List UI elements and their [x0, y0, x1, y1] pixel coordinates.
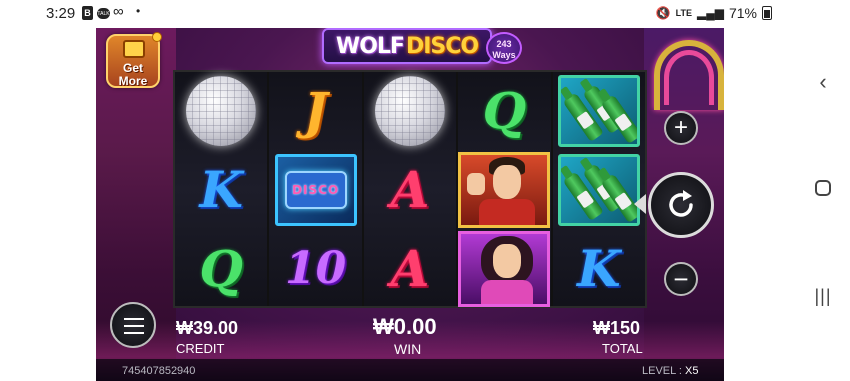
reel-3: A A [363, 72, 457, 308]
game-screen: WOLF DISCO 243 Ways Get More K Q J DISCO… [96, 28, 724, 381]
logo-wolf-text: WOLF [335, 33, 405, 59]
round-id: 745407852940 [122, 365, 196, 377]
logo-disco-text: DISCO [405, 33, 479, 59]
hand-shape [467, 173, 486, 195]
symbol-disco-ball [364, 72, 456, 150]
credit-amount: ₩39.00 [176, 318, 239, 338]
symbol-letter: Q [482, 81, 527, 140]
home-button[interactable] [811, 176, 835, 200]
battery-icon [762, 6, 772, 20]
symbol-letter: A [390, 239, 430, 298]
body-shape [479, 199, 536, 225]
symbol-a: A [364, 230, 456, 308]
get-more-button[interactable]: Get More [106, 32, 162, 88]
disco-ball-icon [186, 76, 257, 146]
symbol-woman [458, 230, 551, 308]
wild-tile: DISCO [274, 154, 357, 226]
radio-icon: DISCO [284, 171, 347, 209]
man-character-icon [458, 152, 551, 228]
reel-2: J DISCO 10 [269, 72, 362, 308]
level-indicator: LEVEL : X5 [642, 365, 698, 377]
symbol-10: 10 [269, 230, 361, 308]
symbol-disco-ball [175, 72, 267, 150]
symbol-letter: K [199, 160, 243, 219]
credit-label: CREDIT [176, 341, 225, 356]
total-bet-amount: ₩150 [593, 318, 641, 338]
symbol-k: K [175, 151, 267, 229]
infinity-icon: ∞ [113, 2, 124, 20]
symbol-q: Q [175, 230, 267, 308]
symbol-bottles [553, 151, 645, 229]
home-icon [815, 180, 831, 196]
game-logo: WOLF DISCO [322, 28, 492, 64]
disco-ball-icon [375, 76, 446, 146]
back-icon: ‹ [819, 69, 827, 94]
bottles-icon [557, 75, 640, 147]
level-label: LEVEL : [642, 365, 682, 377]
status-right: 🔇 LTE ▂▄▆ 71% [656, 5, 772, 21]
total-bet-label: TOTAL [602, 341, 643, 356]
bet-increase-button[interactable]: + [664, 111, 698, 145]
b-app-icon: B [82, 6, 93, 20]
symbol-q: Q [458, 72, 550, 150]
hamburger-line [124, 318, 144, 320]
win-amount: ₩0.00 [373, 314, 437, 339]
symbol-radio-wild: DISCO [269, 151, 361, 229]
notification-dot-icon: • [136, 4, 141, 18]
reel-5: K [552, 72, 646, 308]
ways-badge: 243 Ways [486, 32, 522, 64]
radio-label: DISCO [292, 183, 340, 197]
status-time: 3:29 [46, 5, 76, 22]
symbol-j: J [269, 72, 361, 150]
symbol-k: K [553, 230, 645, 308]
get-more-badge-dot [152, 32, 162, 42]
plus-icon: + [673, 114, 688, 141]
symbol-man [458, 151, 551, 229]
level-value: X5 [685, 365, 699, 377]
battery-level: 71% [728, 5, 757, 21]
menu-button[interactable] [110, 302, 156, 348]
mute-icon: 🔇 [655, 6, 671, 20]
symbol-a: A [364, 151, 456, 229]
symbol-letter: 10 [284, 243, 347, 294]
recent-apps-button[interactable]: ||| [811, 284, 835, 308]
chest-icon [123, 40, 145, 58]
get-more-label: Get More [118, 61, 148, 88]
symbol-letter: A [390, 160, 430, 219]
face-shape [493, 165, 522, 199]
face-shape [493, 244, 522, 278]
win-label: WIN [394, 341, 422, 357]
symbol-bottles [553, 72, 645, 150]
symbol-letter: K [577, 239, 621, 298]
reel-4: Q [458, 72, 551, 308]
symbol-letter: J [303, 81, 328, 140]
reel-1: K Q [175, 72, 268, 308]
refresh-icon [669, 190, 693, 217]
spin-button[interactable] [648, 172, 714, 238]
spin-pointer-icon [634, 194, 646, 214]
hamburger-line [124, 332, 144, 334]
body-shape [481, 280, 534, 304]
system-navigation-bar: ‹ ||| [797, 0, 850, 381]
hamburger-line [124, 325, 144, 327]
signal-icon: ▂▄▆ [697, 6, 724, 20]
reels-grid: K Q J DISCO 10 A A Q K [173, 70, 647, 308]
minus-icon: − [673, 263, 689, 294]
bottles-icon [557, 154, 640, 226]
recent-apps-icon: ||| [814, 285, 832, 306]
bet-decrease-button[interactable]: − [664, 262, 698, 296]
network-type: LTE [675, 8, 692, 18]
talk-icon: TALK [97, 8, 110, 19]
status-bar: 3:29 B TALK ∞ • 🔇 LTE ▂▄▆ 71% [0, 0, 797, 28]
neon-arch-inner-icon [664, 50, 714, 105]
symbol-letter: Q [199, 239, 243, 298]
woman-character-icon [458, 231, 551, 307]
back-button[interactable]: ‹ [811, 69, 835, 94]
